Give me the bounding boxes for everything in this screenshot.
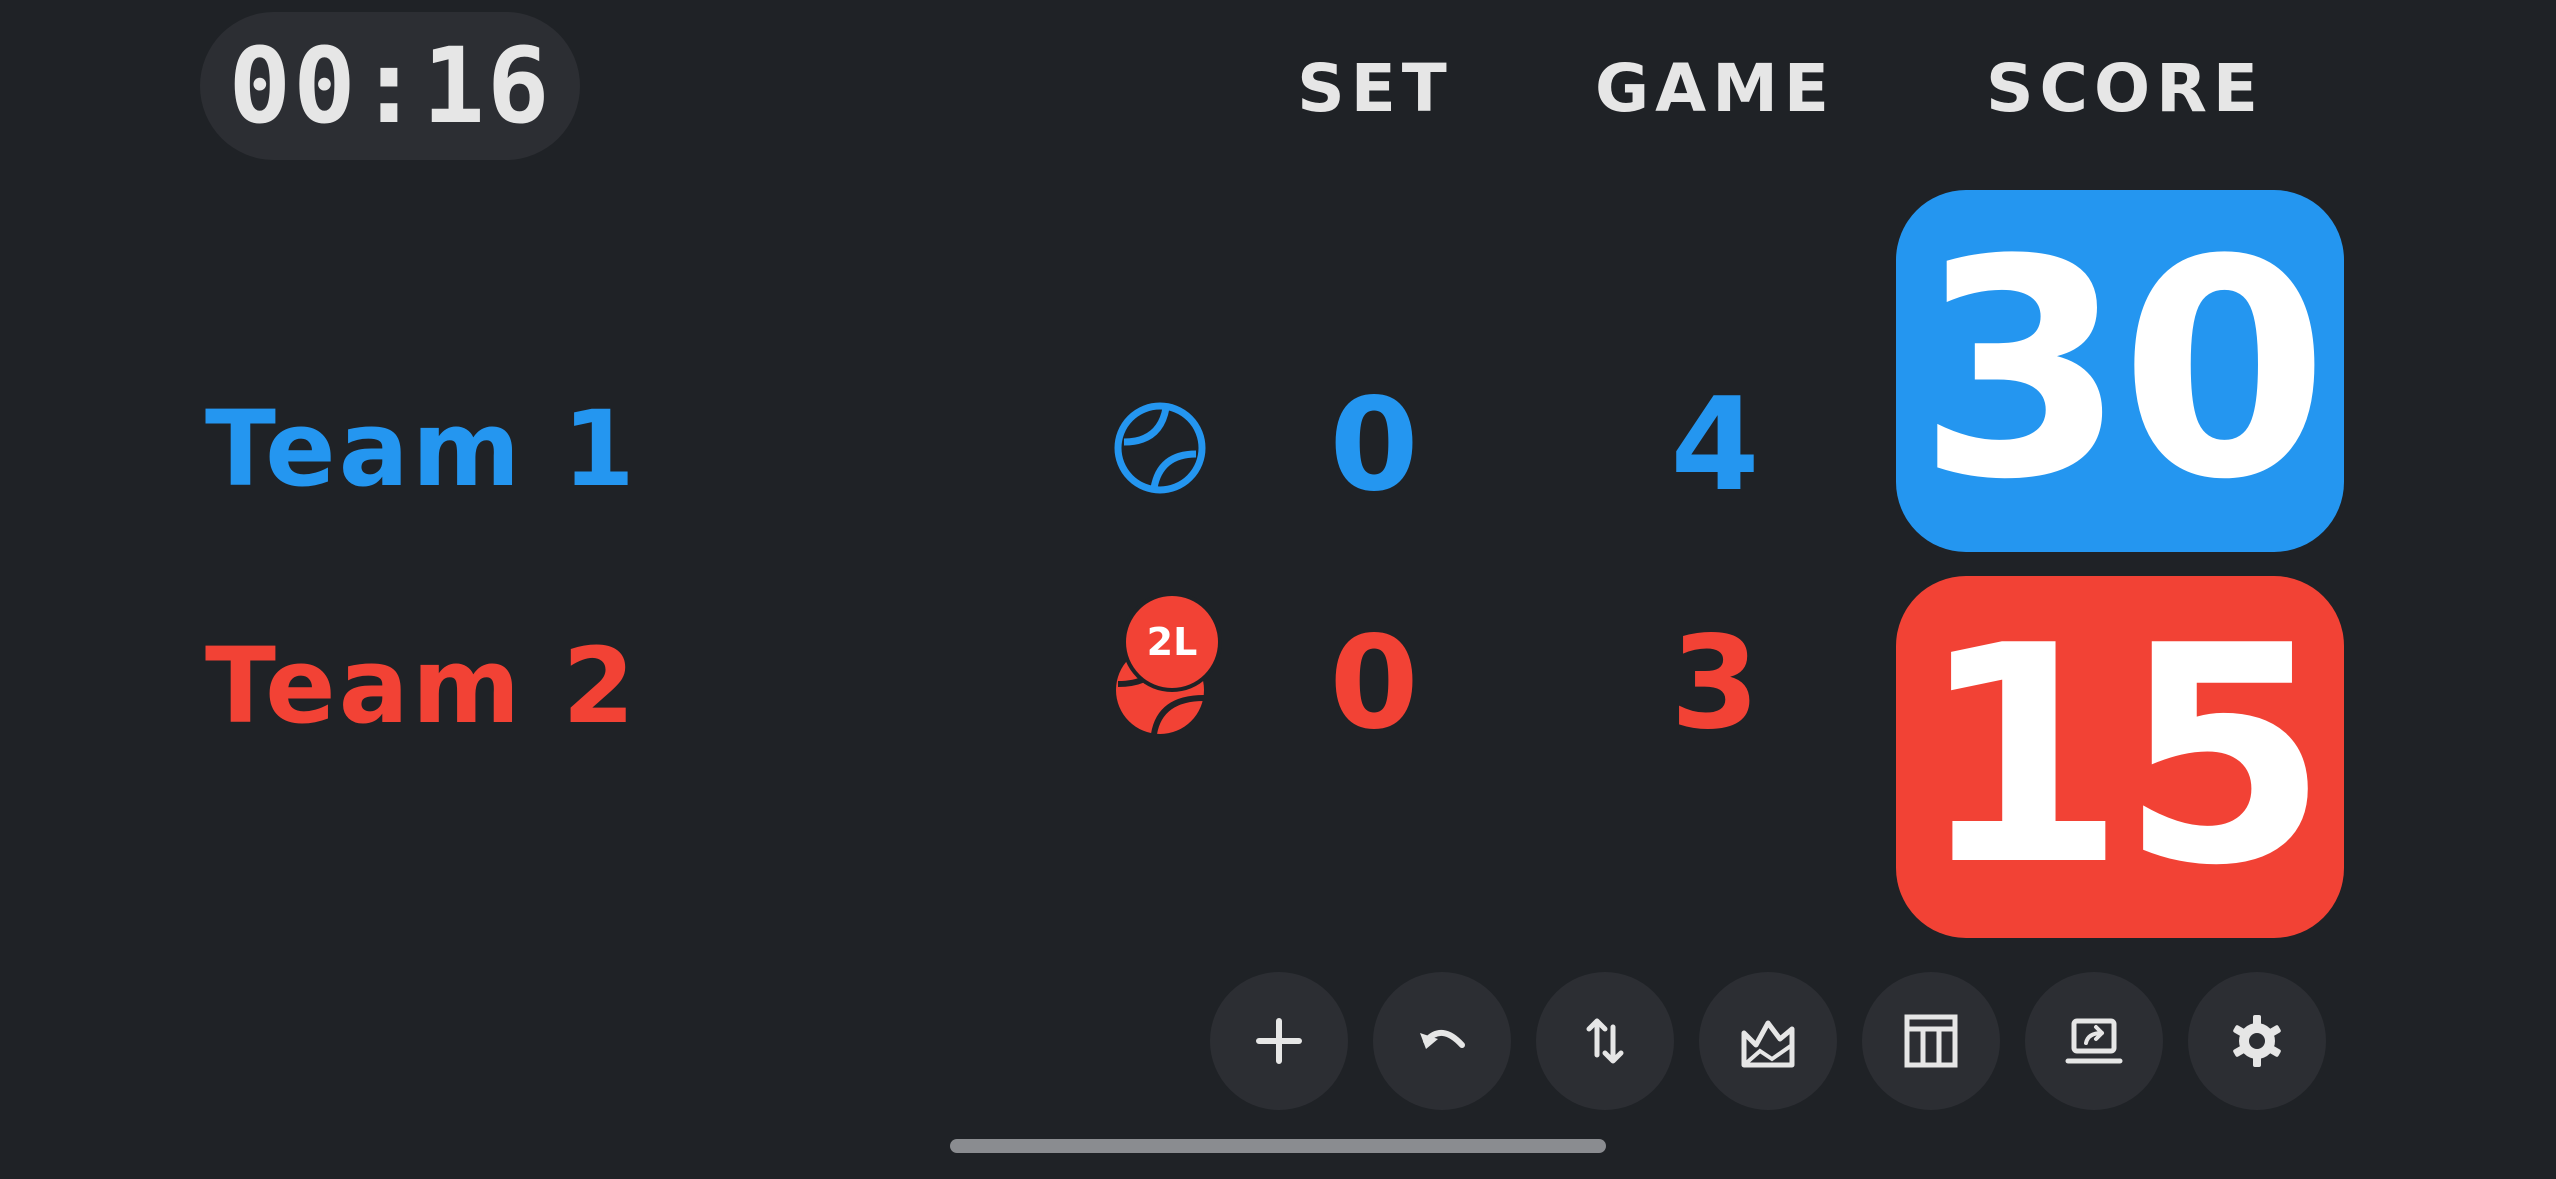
game-column-header: GAME <box>1594 50 1835 127</box>
team-2-name[interactable]: Team 2 <box>205 625 638 747</box>
undo-button[interactable] <box>1373 972 1511 1110</box>
chart-icon <box>1741 1020 1795 1068</box>
set-column-header: SET <box>1297 50 1453 127</box>
cast-screen-button[interactable] <box>2025 972 2163 1110</box>
stats-chart-button[interactable] <box>1699 972 1837 1110</box>
add-button[interactable] <box>1210 972 1348 1110</box>
settings-button[interactable] <box>2188 972 2326 1110</box>
match-timer: 00:16 <box>200 12 580 160</box>
team-2-game: 3 <box>1670 609 1760 758</box>
swap-button[interactable] <box>1536 972 1674 1110</box>
team-1-set: 0 <box>1329 371 1419 520</box>
score-column-header: SCORE <box>1986 50 2264 127</box>
serve-badge: 2L <box>1126 596 1218 688</box>
share-screen-icon <box>2065 1018 2123 1064</box>
swap-icon <box>1586 1018 1624 1064</box>
scoresheet-button[interactable] <box>1862 972 2000 1110</box>
team-2-set: 0 <box>1329 609 1419 758</box>
plus-icon <box>1256 1018 1302 1064</box>
tennis-ball-icon <box>1114 402 1206 494</box>
bottom-toolbar <box>1210 972 2326 1110</box>
team-1-name[interactable]: Team 1 <box>205 388 638 510</box>
table-icon <box>1904 1014 1958 1068</box>
home-indicator[interactable] <box>950 1139 1606 1153</box>
team-1-score-button[interactable]: 30 <box>1896 190 2344 552</box>
team-1-game: 4 <box>1670 371 1760 520</box>
team-2-score: 15 <box>1917 582 2328 931</box>
team-2-score-button[interactable]: 15 <box>1896 576 2344 938</box>
team-1-score: 30 <box>1917 196 2328 545</box>
gear-icon <box>2233 1015 2281 1067</box>
undo-icon <box>1420 1030 1465 1049</box>
